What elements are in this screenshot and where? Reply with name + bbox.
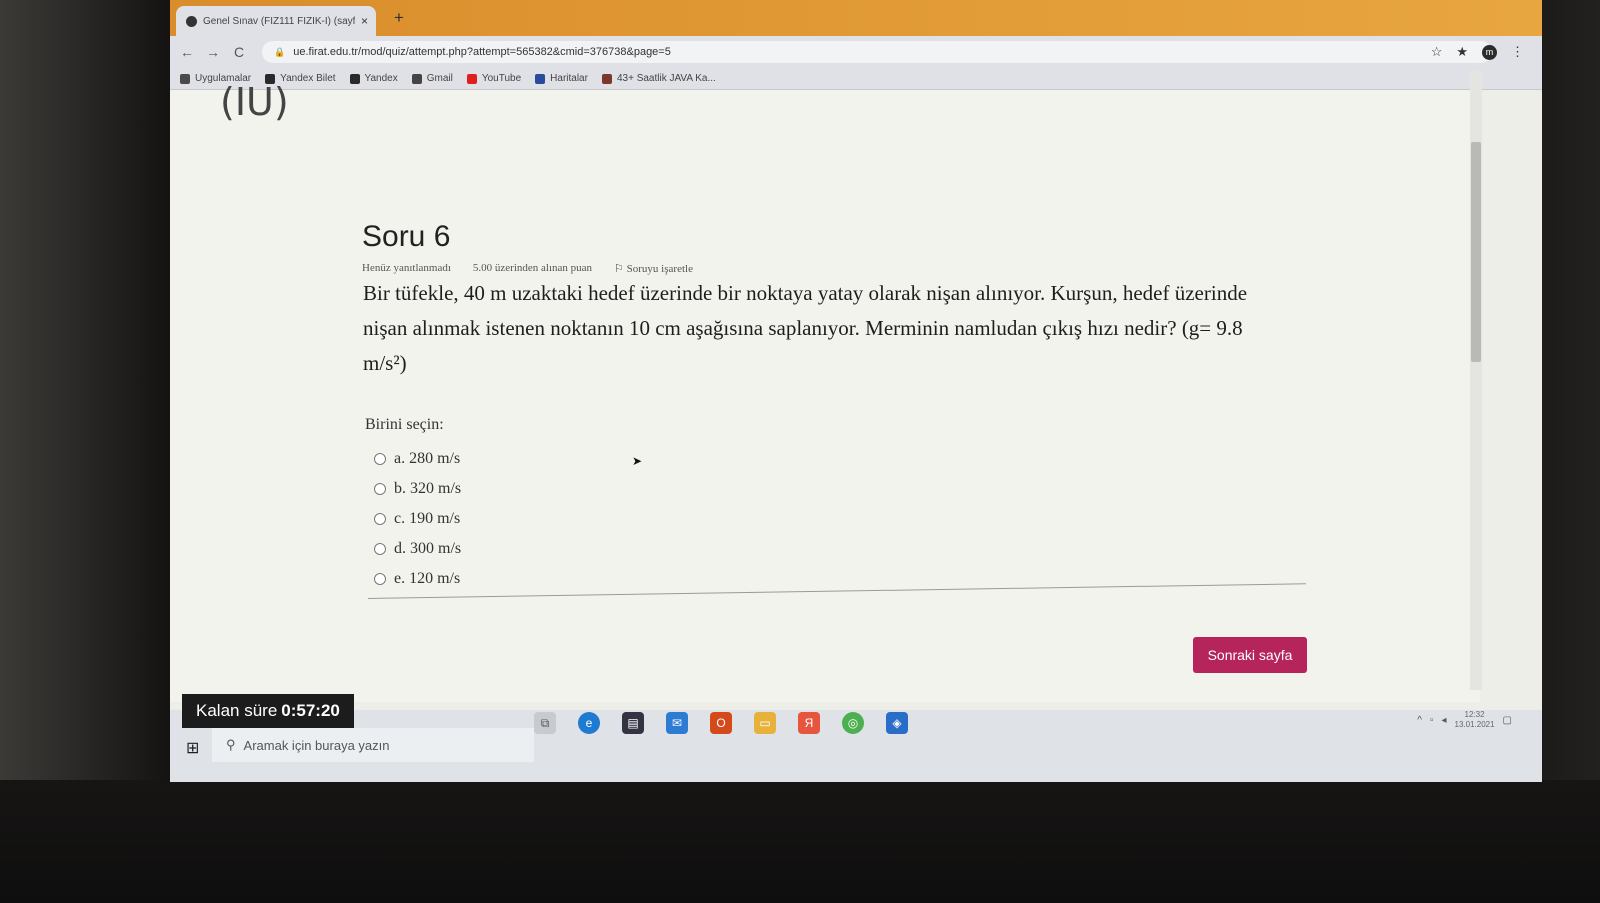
bookmark-icon	[601, 73, 612, 84]
lock-icon: 🔒	[274, 46, 286, 57]
previous-question-label: (IU)	[220, 80, 289, 124]
windows-start-icon[interactable]: ⊞	[186, 738, 199, 758]
radio-button[interactable]	[374, 543, 386, 555]
radio-button[interactable]	[374, 573, 386, 585]
tab-bar: Genel Sınav (FIZ111 FIZIK-I) (sayf × +	[170, 0, 1542, 36]
bookmarks-bar: Uygulamalar Yandex Bilet Yandex Gmail YouTub…	[170, 68, 1542, 90]
close-icon[interactable]: ×	[361, 14, 368, 28]
answer-option-label: a. 280 m/s	[394, 450, 461, 467]
browser-toolbar: ← → C 🔒 ue.firat.edu.tr/mod/quiz/attempt…	[170, 36, 1542, 68]
clock[interactable]: 12:32 13.01.2021	[1455, 710, 1495, 730]
answer-option[interactable]: a. 280 m/s	[374, 444, 461, 474]
bookmark-icon	[466, 73, 477, 84]
edge-icon[interactable]: e	[578, 712, 600, 734]
next-page-button[interactable]: Sonraki sayfa	[1193, 637, 1307, 673]
answer-option-label: c. 190 m/s	[394, 510, 461, 527]
windows-taskbar: ⊞ ⚲ Aramak için buraya yazın ⧉ e ▤ ✉ O ▭…	[170, 710, 1542, 782]
answer-option[interactable]: c. 190 m/s	[374, 504, 461, 534]
extensions-icon[interactable]: ★	[1456, 44, 1468, 60]
chrome-icon[interactable]: ◎	[842, 712, 864, 734]
menu-icon[interactable]: ⋮	[1511, 44, 1524, 60]
answer-status: Henüz yanıtlanmadı	[362, 262, 451, 274]
scrollbar-thumb[interactable]	[1471, 142, 1481, 362]
browser-tab[interactable]: Genel Sınav (FIZ111 FIZIK-I) (sayf ×	[176, 6, 376, 36]
desk-background-left	[0, 0, 170, 903]
flag-icon: ⚐	[614, 263, 624, 275]
answer-option-label: b. 320 m/s	[394, 480, 462, 497]
screen: Genel Sınav (FIZ111 FIZIK-I) (sayf × + ←…	[170, 0, 1542, 782]
network-icon[interactable]: ▫	[1430, 715, 1434, 726]
store-icon[interactable]: ▤	[622, 712, 644, 734]
bookmark-item[interactable]: YouTube	[466, 73, 522, 84]
office-icon[interactable]: O	[710, 712, 732, 734]
yandex-browser-icon[interactable]: Я	[798, 712, 820, 734]
radio-button[interactable]	[374, 483, 386, 495]
taskbar-apps: ⧉ e ▤ ✉ O ▭ Я ◎ ◈	[534, 712, 908, 734]
bookmark-icon	[535, 73, 546, 84]
toolbar-icons: ☆ ★ m ⋮	[1431, 44, 1524, 60]
task-view-icon[interactable]: ⧉	[534, 712, 556, 734]
time-remaining: Kalan süre 0:57:20	[182, 694, 354, 728]
answer-option-label: e. 120 m/s	[394, 570, 461, 587]
answer-option[interactable]: e. 120 m/s	[374, 564, 461, 594]
bookmark-star-icon[interactable]: ☆	[1431, 44, 1443, 60]
mouse-cursor-icon: ➤	[632, 454, 643, 468]
radio-button[interactable]	[374, 453, 386, 465]
bookmark-item[interactable]: Yandex	[349, 73, 398, 84]
url-text: ue.firat.edu.tr/mod/quiz/attempt.php?att…	[293, 46, 671, 58]
monitor-bezel-bottom	[0, 780, 1600, 903]
bookmark-label: Gmail	[426, 73, 453, 84]
notifications-icon[interactable]: ▢	[1503, 715, 1512, 726]
timer-label: Kalan süre	[196, 701, 278, 720]
answer-option-label: d. 300 m/s	[394, 540, 462, 557]
flag-question-link[interactable]: ⚐ Soruyu işaretle	[614, 262, 693, 275]
question-title: Soru 6	[362, 220, 451, 253]
bookmark-icon	[349, 73, 360, 84]
search-icon: ⚲	[226, 737, 236, 752]
bookmark-item[interactable]: 43+ Saatlik JAVA Ka...	[601, 73, 716, 84]
answer-option[interactable]: b. 320 m/s	[374, 474, 461, 504]
quiz-page	[170, 90, 1480, 702]
bookmark-icon	[180, 73, 190, 84]
profile-avatar[interactable]: m	[1482, 44, 1497, 60]
tray-chevron-icon[interactable]: ^	[1417, 715, 1422, 726]
reload-icon[interactable]: C	[234, 44, 244, 60]
file-explorer-icon[interactable]: ▭	[754, 712, 776, 734]
new-tab-icon[interactable]: +	[394, 8, 404, 28]
flag-label: Soruyu işaretle	[626, 263, 693, 275]
taskbar-search-box[interactable]: ⚲ Aramak için buraya yazın	[212, 728, 534, 762]
choose-one-label: Birini seçin:	[365, 416, 444, 433]
bookmark-label: 43+ Saatlik JAVA Ka...	[616, 73, 716, 84]
system-tray: ^ ▫ ◂ 12:32 13.01.2021 ▢	[1417, 710, 1512, 730]
question-text: Bir tüfekle, 40 m uzaktaki hedef üzerind…	[363, 281, 1248, 375]
mail-icon[interactable]: ✉	[666, 712, 688, 734]
security-app-icon[interactable]: ◈	[886, 712, 908, 734]
radio-button[interactable]	[374, 513, 386, 525]
clock-date: 13.01.2021	[1454, 720, 1495, 729]
forward-icon[interactable]: →	[206, 44, 220, 60]
points-info: 5.00 üzerinden alınan puan	[472, 262, 593, 274]
timer-value: 0:57:20	[281, 701, 340, 720]
site-favicon-icon	[186, 15, 197, 27]
answer-options: a. 280 m/s b. 320 m/s c. 190 m/s d. 300 m/s…	[374, 444, 461, 594]
address-bar[interactable]: 🔒 ue.firat.edu.tr/mod/quiz/attempt.php?a…	[262, 41, 1492, 63]
volume-icon[interactable]: ◂	[1441, 715, 1446, 726]
back-icon[interactable]: ←	[180, 44, 194, 60]
clock-time: 12:32	[1464, 710, 1485, 719]
bookmark-label: YouTube	[481, 73, 522, 84]
answer-option[interactable]: d. 300 m/s	[374, 534, 461, 564]
tab-title: Genel Sınav (FIZ111 FIZIK-I) (sayf	[203, 15, 355, 27]
bookmark-item[interactable]: Haritalar	[535, 73, 588, 84]
bookmark-item[interactable]: Gmail	[411, 73, 453, 84]
search-placeholder: Aramak için buraya yazın	[243, 737, 390, 753]
bookmark-icon	[411, 73, 422, 84]
bookmark-label: Yandex	[364, 73, 398, 84]
bookmark-label: Haritalar	[550, 73, 588, 84]
question-meta: Henüz yanıtlanmadı 5.00 üzerinden alınan…	[362, 262, 693, 275]
